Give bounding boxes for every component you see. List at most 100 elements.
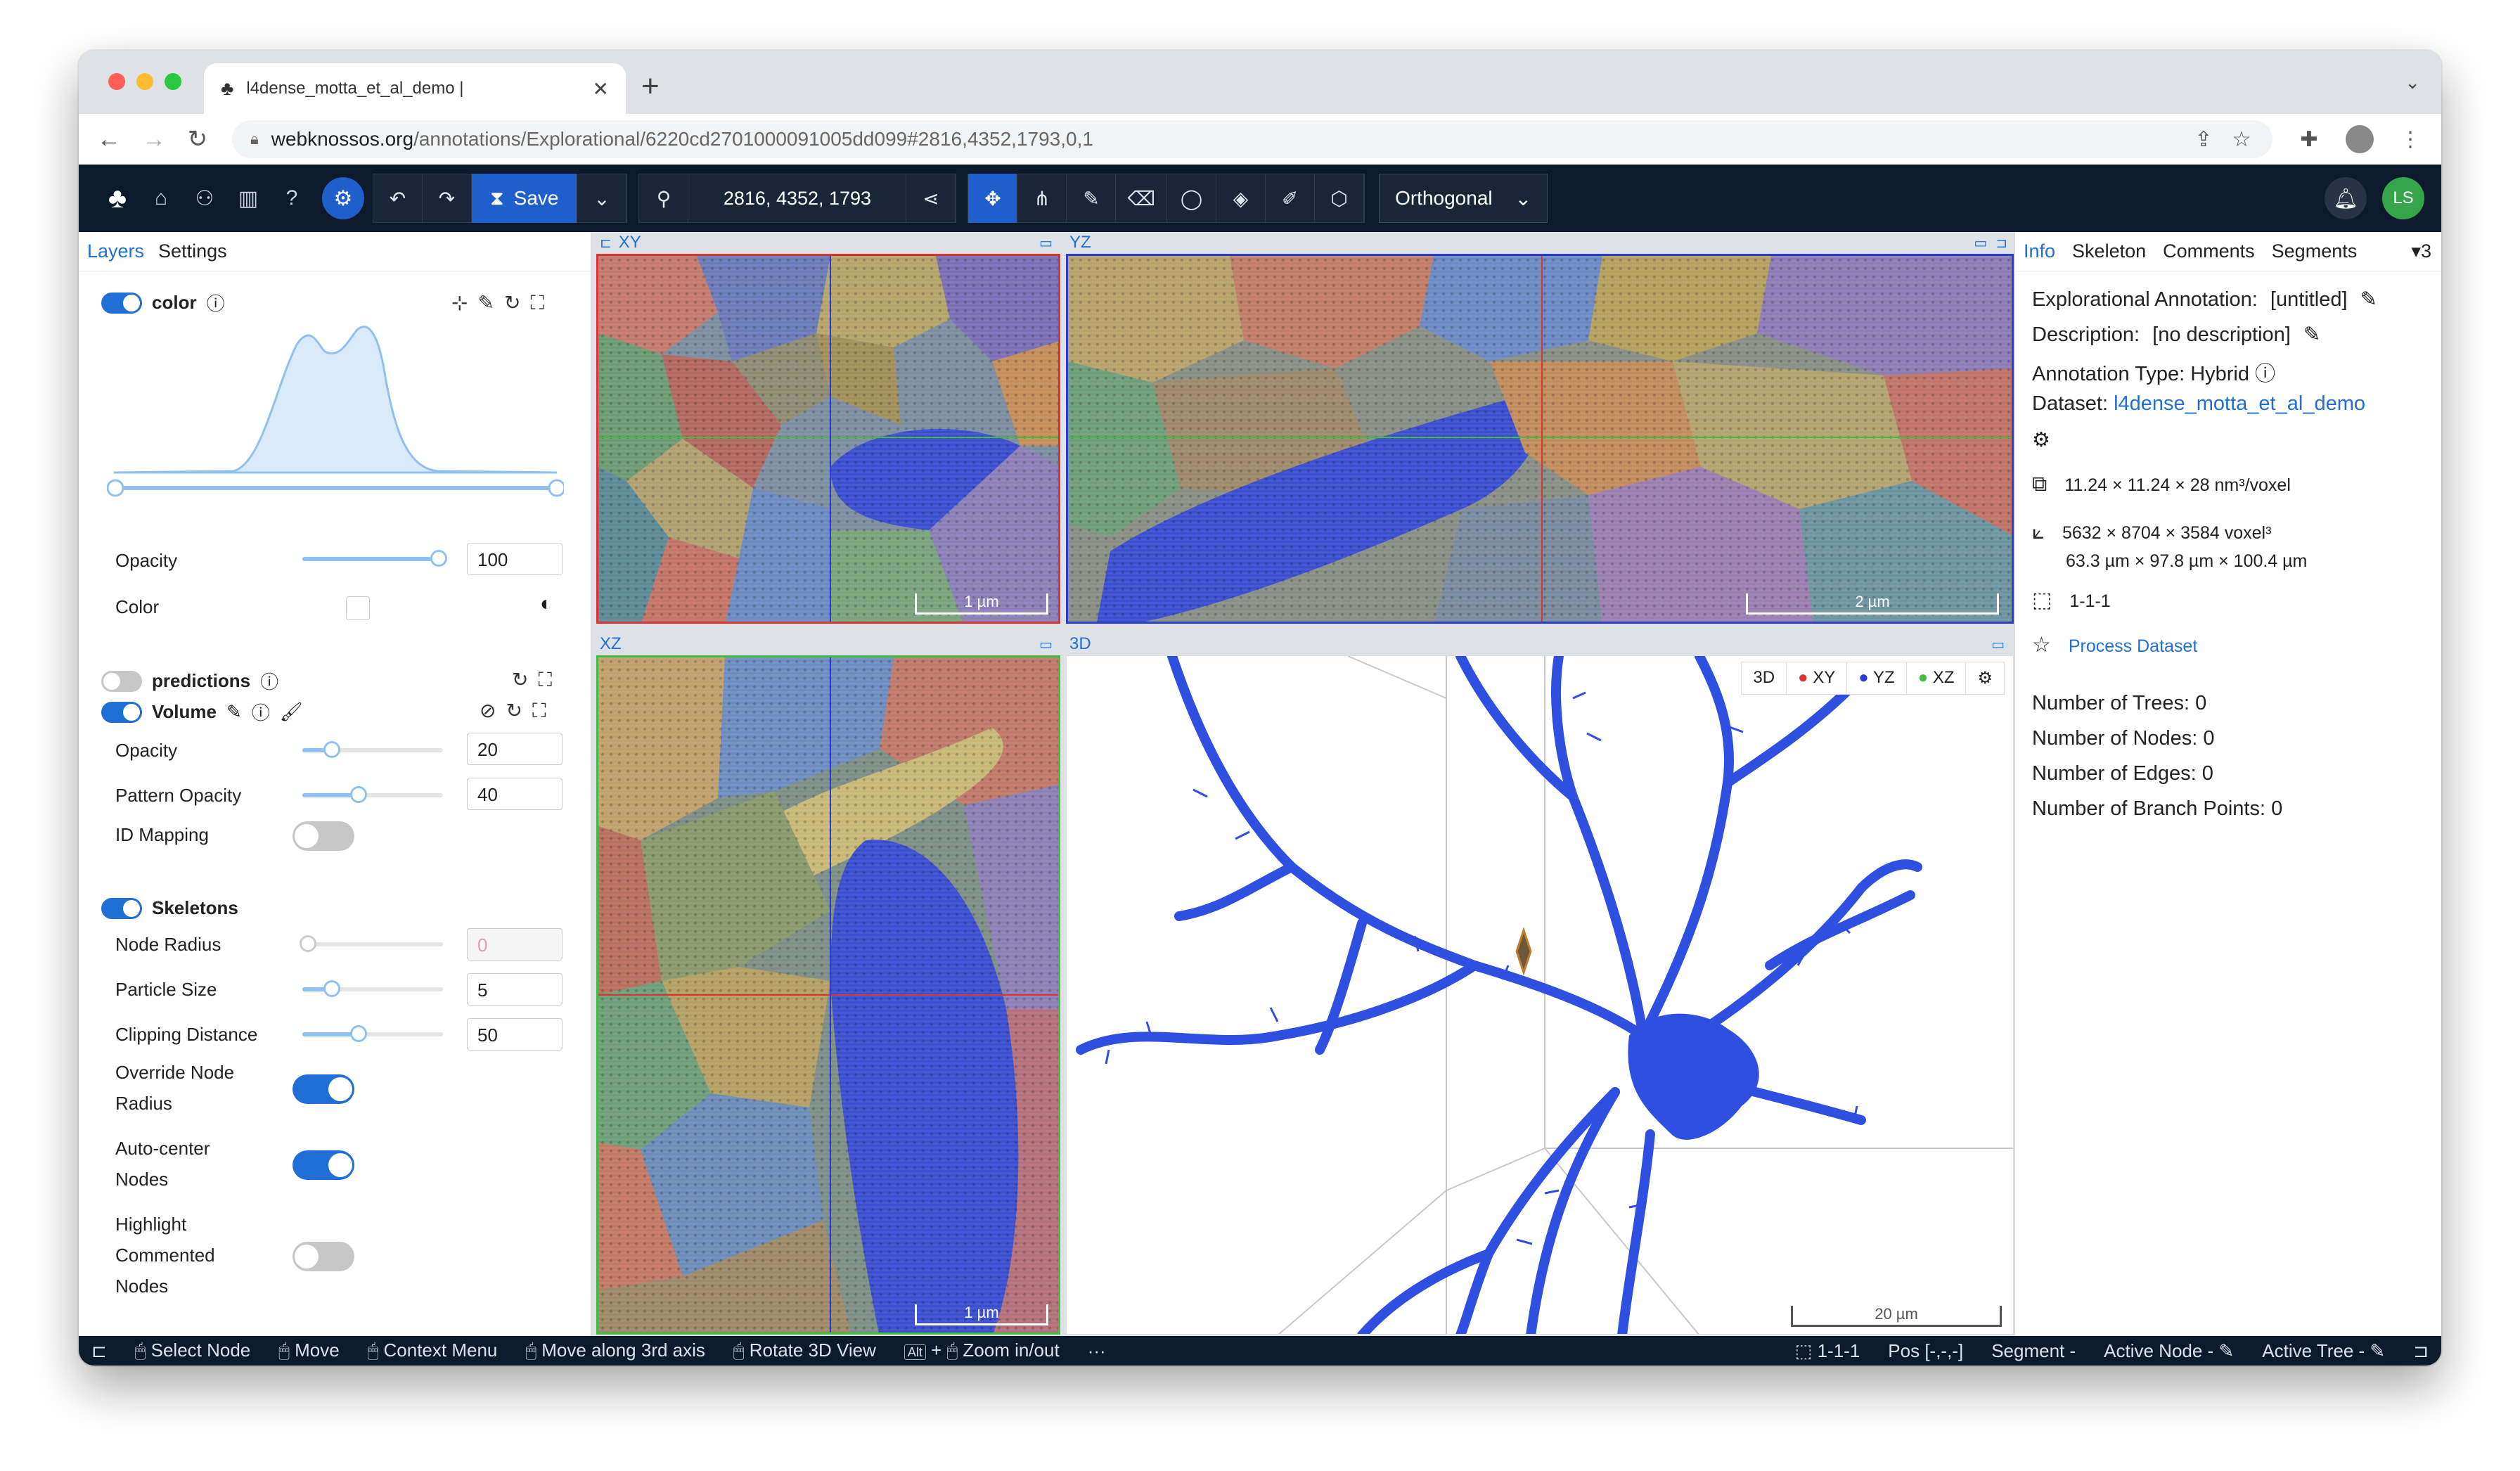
tab-info[interactable]: Info bbox=[2024, 240, 2055, 262]
settings-gear-icon[interactable]: ⚙ bbox=[322, 177, 364, 219]
color-opacity-slider[interactable] bbox=[302, 550, 447, 567]
yz-viewport[interactable]: 2 µm bbox=[1066, 254, 2014, 624]
save-button[interactable]: ⧗ Save bbox=[472, 174, 578, 223]
move-tool-button[interactable]: ✥ bbox=[968, 174, 1018, 223]
id-mapping-toggle[interactable] bbox=[292, 821, 354, 851]
reload-icon[interactable]: ↻ bbox=[504, 292, 530, 314]
pattern-opacity-input[interactable]: 40 bbox=[467, 778, 562, 810]
fill-tool-button[interactable]: ◈ bbox=[1216, 174, 1266, 223]
home-icon[interactable]: ⌂ bbox=[139, 174, 183, 223]
tab-settings[interactable]: Settings bbox=[158, 240, 227, 262]
star-icon[interactable]: ☆ bbox=[2229, 127, 2254, 152]
picker-tool-button[interactable]: ✐ bbox=[1266, 174, 1316, 223]
tab-segments[interactable]: Segments bbox=[2272, 240, 2358, 262]
dataset-link[interactable]: l4dense_motta_et_al_demo bbox=[2114, 392, 2365, 415]
webknossos-logo-icon[interactable]: ♣ bbox=[96, 174, 139, 223]
3d-viewport[interactable]: 3D ● XY ● YZ ● XZ ⚙ 20 µm bbox=[1066, 655, 2014, 1335]
disable-icon[interactable]: ⊘ bbox=[480, 700, 506, 721]
edit-icon[interactable]: ✎ bbox=[2360, 288, 2377, 311]
lasso-tool-button[interactable]: ◯ bbox=[1167, 174, 1217, 223]
color-opacity-input[interactable]: 100 bbox=[467, 543, 562, 575]
color-layer-toggle[interactable] bbox=[101, 292, 142, 314]
collapse-right-icon[interactable]: ⊐ bbox=[1995, 234, 2007, 252]
new-tab-button[interactable]: + bbox=[641, 69, 660, 104]
xy-viewport[interactable]: 1 µm bbox=[596, 254, 1060, 624]
pencil-icon[interactable]: ✎ bbox=[477, 292, 503, 314]
yz-view-button[interactable]: ● YZ bbox=[1847, 662, 1907, 694]
xy-view-button[interactable]: ● XY bbox=[1787, 662, 1848, 694]
maximize-icon[interactable]: ▭ bbox=[1974, 234, 1987, 252]
save-dropdown-button[interactable]: ⌄ bbox=[577, 174, 627, 223]
url-bar[interactable]: 🔒︎ webknossos.org/annotations/Exploratio… bbox=[232, 120, 2272, 158]
share-link-icon[interactable]: ⋖ bbox=[906, 174, 956, 223]
undo-button[interactable]: ↶ bbox=[373, 174, 423, 223]
skeleton-tool-button[interactable]: ⋔ bbox=[1017, 174, 1067, 223]
pin-icon[interactable]: ⚲ bbox=[639, 174, 689, 223]
collapse-left-icon[interactable]: ⊏ bbox=[91, 1340, 107, 1362]
3d-settings-gear-icon[interactable]: ⚙ bbox=[1966, 662, 2004, 694]
profile-avatar[interactable] bbox=[2346, 125, 2374, 153]
reload-icon[interactable]: ↻ bbox=[506, 700, 532, 721]
volume-toggle[interactable] bbox=[101, 701, 142, 723]
predictions-toggle[interactable] bbox=[101, 670, 142, 692]
autocenter-toggle[interactable] bbox=[292, 1150, 354, 1180]
highlight-commented-toggle[interactable] bbox=[292, 1242, 354, 1271]
bounding-box-tool-button[interactable]: ⬡ bbox=[1315, 174, 1365, 223]
back-icon[interactable]: ← bbox=[97, 126, 121, 153]
info-icon[interactable]: ⓘ bbox=[2255, 363, 2275, 385]
status-active-tree[interactable]: Active Tree - ✎ bbox=[2262, 1340, 2385, 1362]
users-icon[interactable]: ⚇ bbox=[183, 174, 226, 223]
close-window-button[interactable] bbox=[108, 73, 125, 90]
redo-button[interactable]: ↷ bbox=[423, 174, 472, 223]
maximize-icon[interactable]: ▭ bbox=[1039, 234, 1053, 252]
help-icon[interactable]: ? bbox=[270, 174, 314, 223]
forward-icon[interactable]: → bbox=[142, 126, 166, 153]
node-radius-input[interactable]: 0 bbox=[467, 928, 562, 961]
particle-size-input[interactable]: 5 bbox=[467, 973, 562, 1006]
dataset-settings-gear-icon[interactable]: ⚙ bbox=[2032, 428, 2050, 452]
share-icon[interactable]: ⇪ bbox=[2191, 127, 2216, 152]
edit-icon[interactable]: ✎ bbox=[2303, 323, 2320, 346]
eraser-tool-button[interactable]: ⌫ bbox=[1116, 174, 1168, 223]
reload-icon[interactable]: ↻ bbox=[187, 125, 208, 153]
tab-skeleton[interactable]: Skeleton bbox=[2072, 240, 2146, 262]
statistics-icon[interactable]: ▥ bbox=[226, 174, 270, 223]
reload-icon[interactable]: ↻ bbox=[512, 669, 538, 690]
fit-icon[interactable]: ⛶ bbox=[538, 669, 562, 690]
xz-view-button[interactable]: ● XZ bbox=[1907, 662, 1967, 694]
process-dataset-link[interactable]: Process Dataset bbox=[2069, 636, 2197, 656]
3d-view-button[interactable]: 3D bbox=[1742, 662, 1787, 694]
color-swatch[interactable] bbox=[346, 596, 370, 620]
info-icon[interactable]: ⓘ bbox=[260, 668, 278, 694]
tabs-overflow-button[interactable]: ▾3 bbox=[2411, 240, 2431, 262]
pencil-icon[interactable]: ✎ bbox=[226, 701, 242, 723]
invert-color-icon[interactable]: ◐ bbox=[540, 592, 553, 616]
fit-icon[interactable]: ⛶ bbox=[532, 700, 556, 721]
position-input[interactable]: 2816, 4352, 1793 bbox=[688, 174, 907, 223]
maximize-icon[interactable]: ▭ bbox=[1991, 636, 2005, 653]
view-mode-select[interactable]: Orthogonal ⌄ bbox=[1379, 174, 1548, 223]
more-hints[interactable]: ··· bbox=[1088, 1340, 1106, 1362]
browser-tab[interactable]: ♣ l4dense_motta_et_al_demo | ✕ bbox=[204, 63, 626, 114]
info-icon[interactable]: ⓘ bbox=[207, 290, 225, 316]
minimize-window-button[interactable] bbox=[136, 73, 153, 90]
maximize-window-button[interactable] bbox=[165, 73, 181, 90]
skeletons-toggle[interactable] bbox=[101, 897, 142, 919]
collapse-icon[interactable]: ⊏ bbox=[600, 234, 612, 252]
pattern-opacity-slider[interactable] bbox=[302, 786, 443, 803]
volume-opacity-input[interactable]: 20 bbox=[467, 733, 562, 765]
particle-size-slider[interactable] bbox=[302, 980, 443, 997]
user-avatar[interactable]: LS bbox=[2382, 177, 2424, 219]
clipping-distance-input[interactable]: 50 bbox=[467, 1018, 562, 1051]
xz-viewport[interactable]: 1 µm bbox=[596, 655, 1060, 1335]
maximize-icon[interactable]: ▭ bbox=[1039, 636, 1053, 653]
collapse-right-icon[interactable]: ⊐ bbox=[2413, 1340, 2429, 1362]
brush-tool-button[interactable]: ✎ bbox=[1067, 174, 1117, 223]
clipping-distance-slider[interactable] bbox=[302, 1025, 443, 1042]
histogram-chart[interactable] bbox=[107, 316, 564, 499]
volume-opacity-slider[interactable] bbox=[302, 741, 443, 758]
node-radius-slider[interactable] bbox=[300, 935, 443, 952]
info-icon[interactable]: ⓘ bbox=[252, 699, 270, 725]
fit-icon[interactable]: ⛶ bbox=[530, 292, 554, 314]
more-menu-icon[interactable]: ⋮ bbox=[2398, 127, 2423, 152]
